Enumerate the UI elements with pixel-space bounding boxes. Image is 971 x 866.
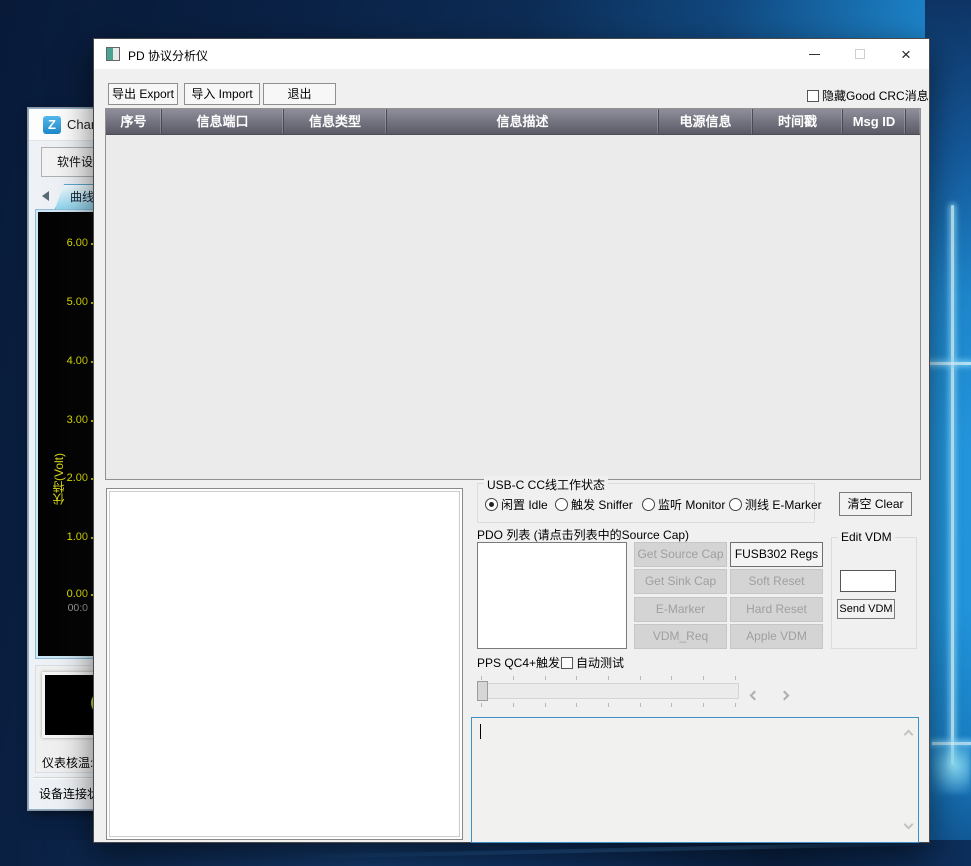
radio-idle-label: 闲置 Idle: [501, 496, 548, 513]
radio-icon[interactable]: [555, 498, 568, 511]
text-cursor: [480, 724, 481, 739]
slider-handle[interactable]: [477, 681, 488, 701]
chevron-up-icon: [904, 730, 914, 740]
chevron-left-icon: [750, 691, 760, 701]
checkbox-icon[interactable]: [807, 90, 819, 102]
slider-track[interactable]: [477, 683, 739, 699]
column-header-filler: [906, 109, 920, 134]
wallpaper-light-beam: [932, 742, 971, 745]
y-tick: 3.00: [38, 414, 88, 426]
column-header-port[interactable]: 信息端口: [162, 109, 284, 134]
y-tick: 1.00: [38, 531, 88, 543]
apple-vdm-button[interactable]: Apple VDM: [730, 624, 823, 649]
scroll-down-button[interactable]: [905, 815, 912, 833]
y-tick: 2.00: [38, 472, 88, 484]
pps-voltage-slider[interactable]: [477, 674, 739, 708]
wallpaper-right-panel: [925, 0, 971, 866]
y-tick: 5.00: [38, 296, 88, 308]
soft-reset-button[interactable]: Soft Reset: [730, 569, 823, 594]
y-tick: 4.00: [38, 355, 88, 367]
radio-emarker[interactable]: 测线 E-Marker: [729, 496, 822, 513]
maximize-icon: [855, 49, 865, 59]
radio-icon[interactable]: [485, 498, 498, 511]
cc-status-options: 闲置 Idle 触发 Sniffer 监听 Monitor 测线 E-Marke…: [484, 496, 810, 514]
charger-app-icon: Z: [43, 116, 61, 134]
pdo-list-label: PDO 列表 (请点击列表中的Source Cap): [477, 526, 689, 543]
close-icon: ×: [901, 46, 911, 63]
radio-monitor[interactable]: 监听 Monitor: [642, 496, 725, 513]
column-header-timestamp[interactable]: 时间戳: [753, 109, 843, 134]
auto-test-checkbox[interactable]: 自动测试: [561, 654, 624, 671]
get-sink-cap-button[interactable]: Get Sink Cap: [634, 569, 727, 594]
hard-reset-button[interactable]: Hard Reset: [730, 597, 823, 622]
cc-status-group-title: USB-C CC线工作状态: [484, 476, 608, 493]
emarker-button[interactable]: E-Marker: [634, 597, 727, 622]
close-button[interactable]: ×: [882, 39, 930, 69]
pd-analyzer-window: PD 协议分析仪 × 导出 Export 导入 Import 退出 隐藏Good…: [93, 38, 930, 843]
export-button[interactable]: 导出 Export: [108, 83, 178, 105]
y-tick: 0.00: [38, 588, 88, 600]
edit-vdm-group: Edit VDM Send VDM: [831, 537, 917, 649]
radio-icon[interactable]: [729, 498, 742, 511]
wallpaper-light-beam: [951, 205, 954, 765]
slider-step-left-button[interactable]: [751, 686, 758, 704]
radio-emarker-label: 测线 E-Marker: [745, 496, 822, 513]
pd-app-icon: [106, 47, 120, 61]
hide-crc-checkbox[interactable]: 隐藏Good CRC消息: [807, 87, 929, 104]
radio-sniffer-label: 触发 Sniffer: [571, 496, 633, 513]
column-header-description[interactable]: 信息描述: [387, 109, 659, 134]
fusb302-regs-button[interactable]: FUSB302 Regs: [730, 542, 823, 567]
pd-titlebar[interactable]: PD 协议分析仪 ×: [94, 39, 929, 69]
meter-core-temp-label: 仪表核温:: [42, 754, 93, 771]
wallpaper-glow: [930, 748, 971, 794]
radio-sniffer[interactable]: 触发 Sniffer: [555, 496, 633, 513]
get-source-cap-button[interactable]: Get Source Cap: [634, 542, 727, 567]
x-tick: 00:0: [46, 602, 88, 614]
y-tick: 6.00: [38, 237, 88, 249]
cc-status-group: USB-C CC线工作状态 闲置 Idle 触发 Sniffer 监听 Moni…: [477, 483, 815, 523]
radio-idle[interactable]: 闲置 Idle: [485, 496, 548, 513]
edit-vdm-title: Edit VDM: [838, 530, 895, 544]
log-textarea[interactable]: [471, 717, 919, 843]
checkbox-icon[interactable]: [561, 657, 573, 669]
import-button[interactable]: 导入 Import: [184, 83, 260, 105]
vdm-input[interactable]: [840, 570, 896, 592]
chevron-down-icon: [904, 820, 914, 830]
radio-icon[interactable]: [642, 498, 655, 511]
chevron-right-icon: [780, 691, 790, 701]
table-header: 序号 信息端口 信息类型 信息描述 电源信息 时间戳 Msg ID: [106, 109, 920, 135]
message-table[interactable]: 序号 信息端口 信息类型 信息描述 电源信息 时间戳 Msg ID: [105, 108, 921, 480]
wallpaper-light-beam: [928, 362, 971, 365]
slider-step-right-button[interactable]: [781, 686, 788, 704]
radio-monitor-label: 监听 Monitor: [658, 496, 725, 513]
scroll-up-button[interactable]: [905, 725, 912, 743]
minimize-button[interactable]: [792, 39, 837, 69]
exit-button[interactable]: 退出: [263, 83, 336, 105]
clear-button[interactable]: 清空 Clear: [839, 492, 912, 516]
auto-test-label: 自动测试: [576, 654, 624, 671]
message-detail-list[interactable]: [106, 488, 463, 840]
column-header-msgid[interactable]: Msg ID: [843, 109, 906, 134]
column-header-power[interactable]: 电源信息: [659, 109, 753, 134]
pd-window-title: PD 协议分析仪: [128, 47, 208, 64]
send-vdm-button[interactable]: Send VDM: [837, 599, 895, 619]
tab-scroll-left-icon[interactable]: [42, 191, 49, 201]
maximize-button[interactable]: [837, 39, 882, 69]
minimize-icon: [809, 54, 820, 55]
pdo-list[interactable]: [477, 542, 627, 649]
hide-crc-label: 隐藏Good CRC消息: [822, 87, 929, 104]
desktop: Z Charg 软件设置 曲线图 伏特(Volt) 6.00 5.00 4.00…: [0, 0, 971, 866]
column-header-index[interactable]: 序号: [106, 109, 162, 134]
vdm-req-button[interactable]: VDM_Req: [634, 624, 727, 649]
pps-trigger-label: PPS QC4+触发: [477, 654, 560, 671]
column-header-type[interactable]: 信息类型: [284, 109, 387, 134]
